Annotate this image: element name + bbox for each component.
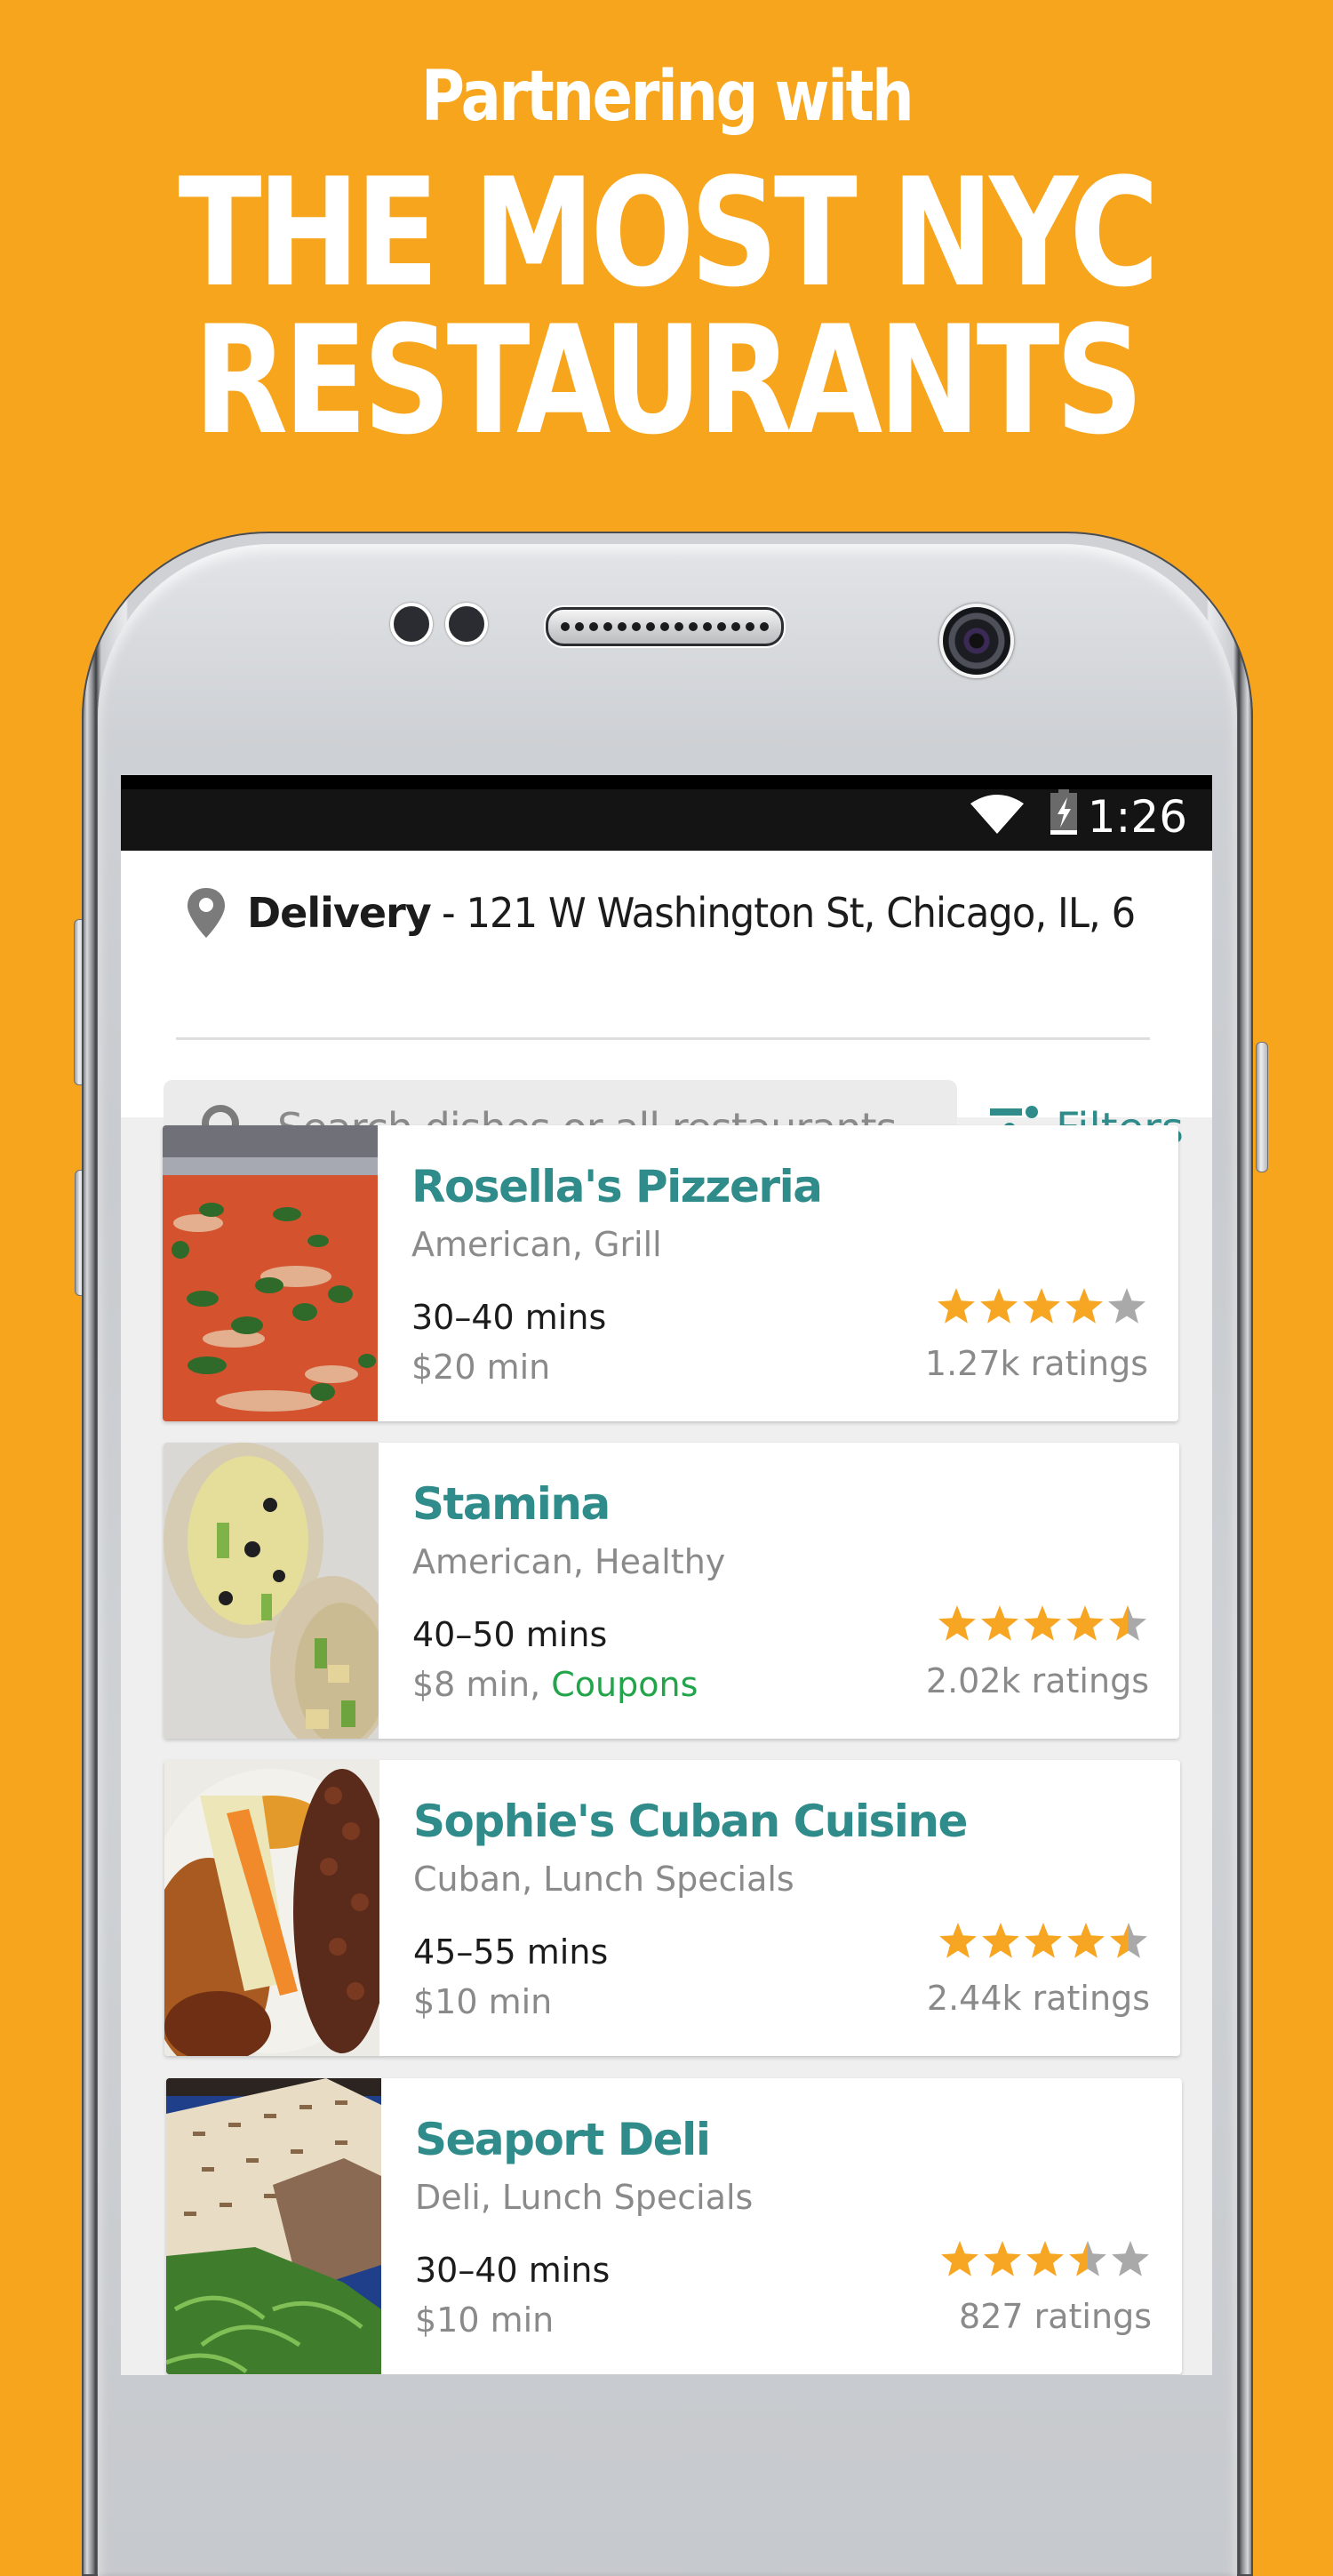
restaurant-name: Seaport Deli [415, 2114, 711, 2165]
power-button [1256, 1042, 1268, 1172]
location-pin-icon [188, 888, 225, 938]
star-filled-icon [982, 1923, 1019, 1958]
star-filled-icon [1066, 1288, 1103, 1324]
restaurant-card[interactable]: Seaport Deli Deli, Lunch Specials 30–40 … [166, 2078, 1182, 2374]
headline-line-2: RESTAURANTS [194, 293, 1144, 468]
earpiece-speaker [546, 607, 784, 646]
restaurant-photo-pizza [163, 1125, 378, 1421]
status-time: 1:26 [1087, 791, 1187, 843]
order-minimum-value: $8 min, [412, 1665, 541, 1704]
star-half-icon [1069, 2241, 1106, 2276]
front-camera [939, 604, 1014, 678]
phone-screen: 1:26 Delivery - 121 W Washington St, Chi… [121, 775, 1212, 2375]
order-minimum-value: $10 min [413, 1982, 553, 2021]
delivery-address: - 121 W Washington St, Chicago, IL, 6 [441, 889, 1136, 937]
star-empty-icon [1108, 1288, 1145, 1324]
restaurant-card[interactable]: Rosella's Pizzeria American, Grill 30–40… [163, 1125, 1178, 1421]
delivery-mode-label: Delivery [247, 889, 432, 937]
order-minimum: $10 min [415, 2300, 554, 2340]
star-filled-icon [1066, 1605, 1104, 1641]
star-filled-icon [984, 2241, 1021, 2276]
battery-charging-icon [1050, 789, 1077, 835]
restaurant-photo-panini [166, 2078, 381, 2374]
restaurant-cuisine: American, Grill [411, 1225, 662, 1264]
coupons-link[interactable]: Coupons [551, 1665, 698, 1704]
restaurant-name: Stamina [412, 1478, 611, 1530]
delivery-time: 30–40 mins [415, 2251, 611, 2290]
restaurant-cuisine: American, Healthy [412, 1542, 726, 1581]
star-filled-icon [980, 1288, 1018, 1324]
delivery-time: 45–55 mins [413, 1932, 609, 1972]
delivery-time: 40–50 mins [412, 1615, 608, 1654]
proximity-sensor [390, 603, 433, 645]
star-filled-icon [1067, 1923, 1105, 1958]
star-filled-icon [938, 1288, 975, 1324]
order-minimum-value: $20 min [411, 1348, 551, 1387]
app-header: Delivery - 121 W Washington St, Chicago,… [121, 851, 1212, 1175]
star-rating [938, 1605, 1146, 1641]
star-filled-icon [1026, 2241, 1064, 2276]
wifi-icon [970, 795, 1024, 834]
star-half-icon [1110, 1923, 1147, 1958]
star-filled-icon [1023, 1288, 1060, 1324]
restaurant-card[interactable]: Stamina American, Healthy 40–50 mins $8 … [164, 1443, 1179, 1739]
star-filled-icon [941, 2241, 978, 2276]
restaurant-name: Sophie's Cuban Cuisine [413, 1796, 968, 1847]
order-minimum: $20 min [411, 1348, 550, 1387]
order-minimum: $10 min [413, 1982, 552, 2021]
ratings-count: 827 ratings [959, 2297, 1152, 2336]
restaurant-name: Rosella's Pizzeria [411, 1161, 823, 1212]
ratings-count: 2.02k ratings [925, 1661, 1149, 1700]
delivery-time: 30–40 mins [411, 1298, 607, 1337]
ratings-count: 1.27k ratings [924, 1344, 1148, 1383]
star-filled-icon [981, 1605, 1018, 1641]
headline-subtitle: Partnering with [420, 57, 914, 137]
delivery-address-selector[interactable]: Delivery - 121 W Washington St, Chicago,… [185, 877, 1177, 948]
star-rating [938, 1288, 1145, 1324]
restaurant-cuisine: Deli, Lunch Specials [415, 2178, 754, 2217]
star-rating [939, 1923, 1147, 1958]
order-minimum-value: $10 min [415, 2300, 555, 2340]
ratings-count: 2.44k ratings [926, 1979, 1150, 2018]
star-filled-icon [938, 1605, 976, 1641]
status-bar: 1:26 [121, 775, 1212, 851]
star-empty-icon [1112, 2241, 1149, 2276]
star-filled-icon [1025, 1923, 1062, 1958]
star-half-icon [1109, 1605, 1146, 1641]
restaurant-cuisine: Cuban, Lunch Specials [413, 1860, 794, 1899]
order-minimum: $8 min, Coupons [412, 1665, 698, 1704]
restaurant-photo-wrap [164, 1443, 379, 1739]
header-divider [176, 1037, 1150, 1040]
star-filled-icon [939, 1923, 977, 1958]
light-sensor [445, 603, 488, 645]
headline-line-1: THE MOST NYC [178, 146, 1160, 320]
restaurant-card[interactable]: Sophie's Cuban Cuisine Cuban, Lunch Spec… [164, 1760, 1180, 2056]
star-rating [941, 2241, 1149, 2276]
restaurant-photo-cuban-plate [164, 1760, 379, 2056]
star-filled-icon [1024, 1605, 1061, 1641]
